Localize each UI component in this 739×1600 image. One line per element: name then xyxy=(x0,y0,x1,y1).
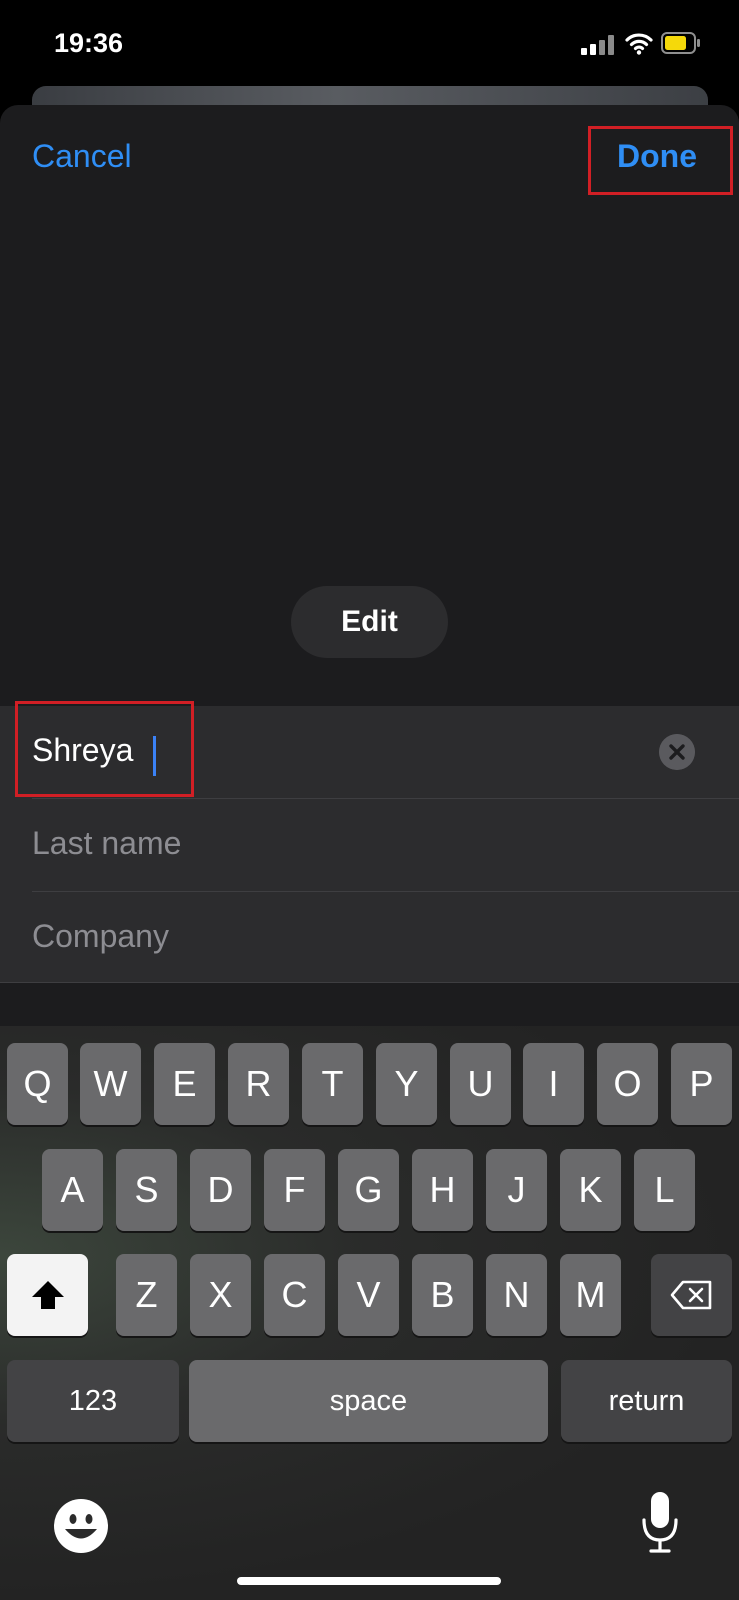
key-g[interactable]: G xyxy=(338,1149,399,1231)
backspace-key[interactable] xyxy=(651,1254,732,1336)
backspace-icon xyxy=(670,1280,711,1310)
key-e[interactable]: E xyxy=(154,1043,215,1125)
key-f[interactable]: F xyxy=(264,1149,325,1231)
status-time: 19:36 xyxy=(54,28,124,58)
microphone-icon[interactable] xyxy=(640,1490,680,1556)
key-c[interactable]: C xyxy=(264,1254,325,1336)
key-j[interactable]: J xyxy=(486,1149,547,1231)
keyboard: Q W E R T Y U I O P A S D F G H J K L Z … xyxy=(0,1026,739,1600)
return-key[interactable]: return xyxy=(561,1360,732,1442)
key-u[interactable]: U xyxy=(450,1043,511,1125)
key-p[interactable]: P xyxy=(671,1043,732,1125)
key-b[interactable]: B xyxy=(412,1254,473,1336)
key-o[interactable]: O xyxy=(597,1043,658,1125)
key-r[interactable]: R xyxy=(228,1043,289,1125)
key-i[interactable]: I xyxy=(523,1043,584,1125)
company-placeholder: Company xyxy=(32,918,169,954)
key-a[interactable]: A xyxy=(42,1149,103,1231)
key-y[interactable]: Y xyxy=(376,1043,437,1125)
company-field[interactable]: Company xyxy=(0,892,739,984)
key-x[interactable]: X xyxy=(190,1254,251,1336)
clear-text-icon[interactable] xyxy=(659,734,695,770)
key-v[interactable]: V xyxy=(338,1254,399,1336)
field-separator xyxy=(0,982,739,983)
numbers-key[interactable]: 123 xyxy=(7,1360,179,1442)
key-m[interactable]: M xyxy=(560,1254,621,1336)
key-t[interactable]: T xyxy=(302,1043,363,1125)
key-z[interactable]: Z xyxy=(116,1254,177,1336)
key-d[interactable]: D xyxy=(190,1149,251,1231)
last-name-placeholder: Last name xyxy=(32,825,182,861)
first-name-highlight-box xyxy=(15,701,194,797)
key-q[interactable]: Q xyxy=(7,1043,68,1125)
key-l[interactable]: L xyxy=(634,1149,695,1231)
key-k[interactable]: K xyxy=(560,1149,621,1231)
home-indicator[interactable] xyxy=(237,1577,501,1585)
key-s[interactable]: S xyxy=(116,1149,177,1231)
wifi-icon xyxy=(625,33,653,55)
status-bar: 19:36 xyxy=(0,0,739,95)
key-h[interactable]: H xyxy=(412,1149,473,1231)
key-w[interactable]: W xyxy=(80,1043,141,1125)
last-name-field[interactable]: Last name xyxy=(0,799,739,891)
battery-icon xyxy=(661,32,700,54)
shift-icon xyxy=(31,1281,64,1309)
cellular-signal-icon xyxy=(581,33,617,55)
edit-photo-button[interactable]: Edit xyxy=(291,586,448,658)
done-highlight-box xyxy=(588,126,733,195)
key-n[interactable]: N xyxy=(486,1254,547,1336)
space-key[interactable]: space xyxy=(189,1360,548,1442)
cancel-button[interactable]: Cancel xyxy=(32,138,132,175)
emoji-icon[interactable] xyxy=(53,1498,109,1554)
shift-key[interactable] xyxy=(7,1254,88,1336)
